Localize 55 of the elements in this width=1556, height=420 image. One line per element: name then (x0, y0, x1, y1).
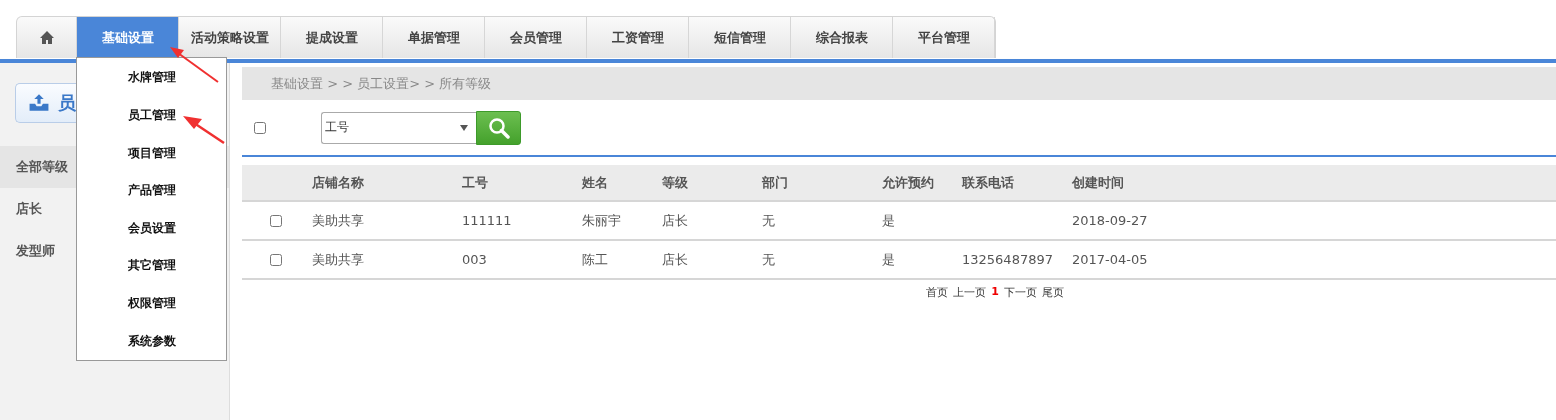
menu-item[interactable]: 其它管理 (128, 247, 176, 285)
table-cell-text: 是 (882, 211, 896, 230)
nav-tab[interactable]: 单据管理 (383, 17, 485, 58)
menu-item[interactable]: 项目管理 (128, 134, 176, 172)
nav-tab[interactable]: 基础设置 (77, 17, 179, 58)
nav-tab[interactable]: 综合报表 (791, 17, 893, 58)
first-page-link[interactable]: 首页 (926, 285, 949, 300)
nav-tab[interactable]: 会员管理 (485, 17, 587, 58)
menu-item[interactable]: 会员设置 (128, 209, 176, 248)
table-cell-text: 朱丽宇 (582, 211, 622, 230)
column-header: 联系电话 (962, 173, 1015, 192)
column-header: 工号 (462, 173, 489, 192)
nav-tab[interactable]: 工资管理 (587, 17, 689, 58)
prev-page-link[interactable]: 上一页 (953, 285, 987, 300)
table-cell-text: 003 (462, 252, 488, 267)
table-cell-text: 陈工 (582, 250, 609, 269)
column-header: 允许预约 (882, 173, 935, 192)
breadcrumb: 基础设置 > > 员工设置> > 所有等级 (242, 67, 1556, 100)
column-header: 等级 (662, 173, 689, 192)
column-header: 姓名 (582, 173, 609, 192)
row-checkbox[interactable] (270, 214, 282, 227)
column-header: 部门 (762, 173, 789, 192)
nav-tab[interactable]: 平台管理 (893, 17, 995, 58)
row-checkbox[interactable] (270, 253, 282, 266)
nav-tab[interactable]: 短信管理 (689, 17, 791, 58)
table-cell-text: 是 (882, 250, 896, 269)
arrow-annotation (182, 115, 226, 145)
table-cell-text: 111111 (462, 213, 513, 228)
column-header: 店铺名称 (312, 173, 365, 192)
nav-tab[interactable]: 提成设置 (281, 17, 383, 58)
search-button[interactable] (476, 110, 521, 145)
table-cell-text: 无 (762, 250, 776, 269)
current-page: 1 (991, 285, 999, 300)
table-cell-text: 2018-09-27 (1072, 213, 1149, 228)
table-cell-text: 店长 (662, 250, 689, 269)
menu-item[interactable]: 水牌管理 (128, 59, 176, 97)
menu-item[interactable]: 员工管理 (128, 96, 176, 135)
next-page-link[interactable]: 下一页 (1003, 285, 1037, 300)
search-icon (487, 116, 510, 139)
table-cell-text: 店长 (662, 211, 689, 230)
table-cell-text: 美助共享 (312, 211, 365, 230)
menu-item[interactable]: 权限管理 (128, 284, 176, 323)
menu-item[interactable]: 系统参数 (128, 322, 176, 360)
search-field-select[interactable]: 工号 (321, 111, 476, 144)
last-page-link[interactable]: 尾页 (1041, 285, 1064, 300)
table-cell-text: 美助共享 (312, 250, 365, 269)
staff-button[interactable]: 员 (15, 83, 76, 123)
column-header: 创建时间 (1072, 173, 1125, 192)
upload-tray-icon (28, 92, 50, 114)
table-cell-text: 无 (762, 211, 776, 230)
select-all-checkbox[interactable] (254, 121, 266, 134)
table-cell-text: 2017-04-05 (1072, 252, 1149, 267)
menu-item[interactable]: 产品管理 (128, 171, 176, 210)
home-icon (39, 31, 54, 44)
table-cell-text: 13256487897 (962, 252, 1054, 267)
